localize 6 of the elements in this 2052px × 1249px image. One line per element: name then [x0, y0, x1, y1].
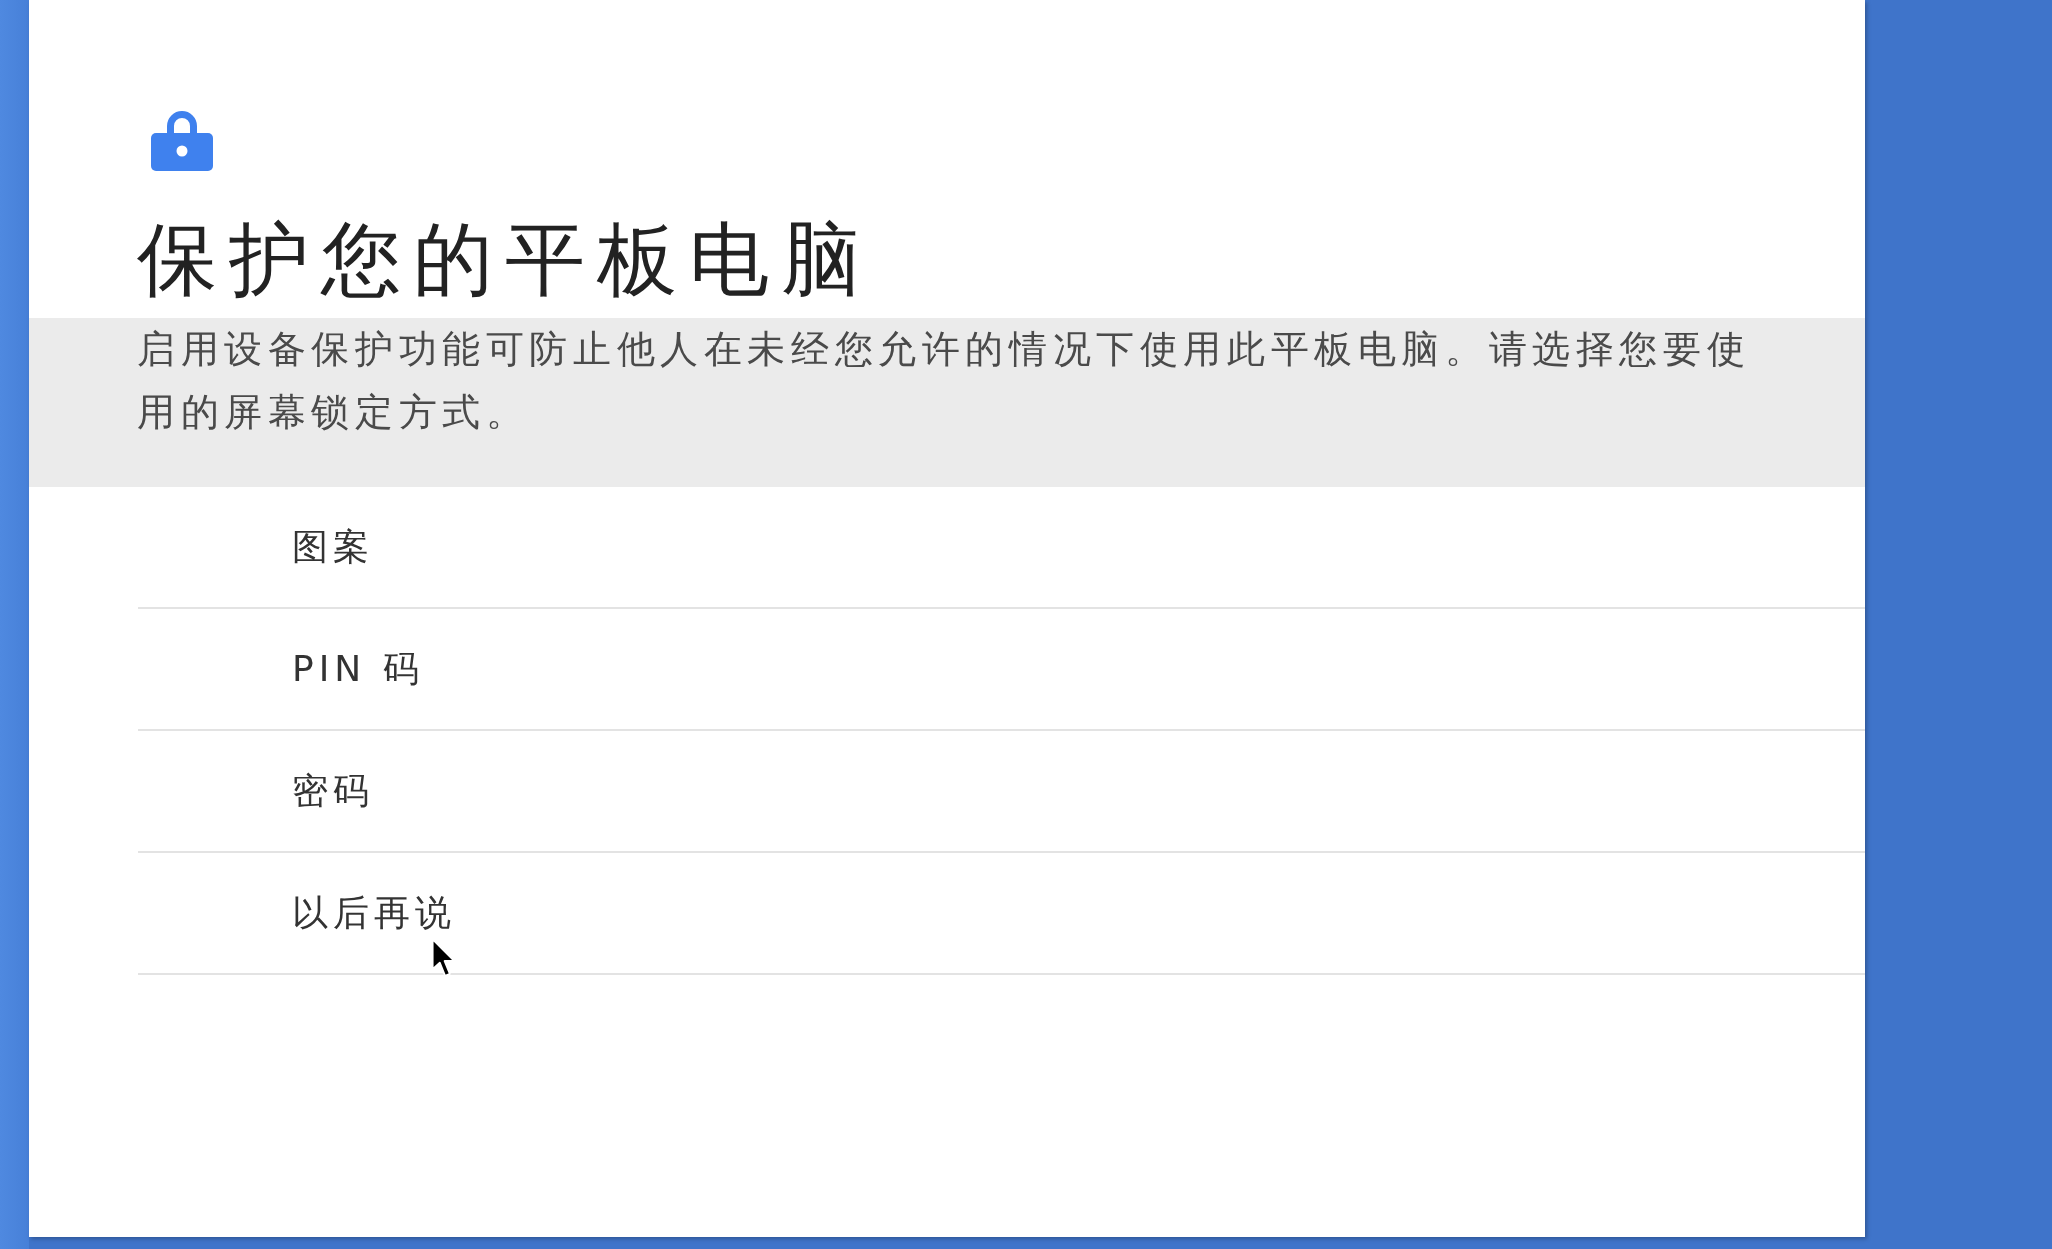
page-title: 保护您的平板电脑: [136, 212, 874, 308]
lock-method-option[interactable]: 以后再说: [138, 853, 1865, 975]
description-text: 启用设备保护功能可防止他人在未经您允许的情况下使用此平板电脑。请选择您要使用的屏幕锁定方式。: [137, 326, 1752, 436]
lock-method-option[interactable]: PIN 码: [138, 609, 1865, 731]
lock-method-option[interactable]: 图案: [138, 487, 1865, 609]
lock-method-option[interactable]: 密码: [138, 731, 1865, 853]
